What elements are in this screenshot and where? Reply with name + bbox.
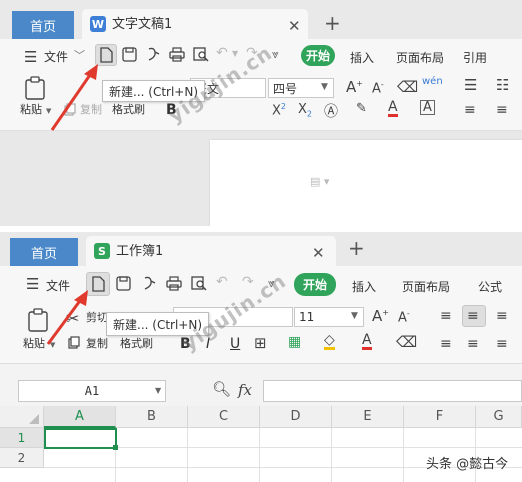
- numbered-list-icon[interactable]: ☷: [496, 76, 509, 94]
- export-pdf-icon[interactable]: [142, 276, 156, 291]
- undo-icon[interactable]: ↶: [216, 274, 228, 290]
- corner-triangle-icon: [29, 414, 39, 424]
- column-header[interactable]: G: [476, 406, 522, 428]
- close-icon[interactable]: ✕: [312, 244, 325, 262]
- decrease-font-icon[interactable]: A-: [398, 309, 410, 325]
- hamburger-icon[interactable]: ☰: [24, 48, 37, 66]
- align-center-icon[interactable]: ≡: [467, 336, 479, 352]
- sheet-format-painter-label[interactable]: 格式刷: [120, 338, 153, 349]
- writer-home-tab[interactable]: 首页: [12, 11, 74, 39]
- sheet-doc-icon: S: [94, 243, 110, 259]
- undo-icon[interactable]: ↶: [216, 45, 228, 61]
- writer-format-painter-label[interactable]: 格式刷: [112, 104, 145, 115]
- fill-color-icon[interactable]: ◇: [324, 333, 335, 350]
- writer-page[interactable]: ▤ ▾: [210, 140, 522, 226]
- align-top-icon[interactable]: ≡: [440, 308, 452, 324]
- sheet-workbook-tab[interactable]: S 工作簿1 ✕: [86, 236, 336, 266]
- paste-icon[interactable]: [24, 76, 46, 100]
- border-icon[interactable]: ⊞: [254, 334, 267, 352]
- writer-font-size-select[interactable]: 四号 ▼: [268, 78, 334, 98]
- writer-window: 首页 W 文字文稿1 ✕ + ☰ 文件 ﹀ ↶ ▼ ↷ ⩔ 开始 插入 页面布局…: [0, 0, 522, 226]
- align-right-icon[interactable]: ≡: [496, 336, 508, 352]
- subscript-icon[interactable]: X2: [298, 102, 312, 119]
- paragraph-marker-icon: ▤ ▾: [310, 175, 330, 188]
- sheet-font-size-value: 11: [299, 310, 315, 324]
- export-pdf-icon[interactable]: [146, 47, 160, 62]
- new-document-icon[interactable]: [99, 47, 113, 63]
- align-left-icon[interactable]: ≡: [440, 336, 452, 352]
- column-header[interactable]: E: [332, 406, 404, 428]
- chevron-down-icon: ▼: [155, 386, 162, 395]
- print-preview-icon[interactable]: [193, 47, 209, 62]
- underline-icon[interactable]: U: [230, 336, 240, 352]
- writer-document-tab[interactable]: W 文字文稿1 ✕: [82, 9, 308, 39]
- print-icon[interactable]: [166, 276, 182, 291]
- sheet-doc-title: 工作簿1: [116, 244, 164, 259]
- text-effect-icon[interactable]: Ⓐ: [324, 101, 338, 121]
- formula-input[interactable]: [263, 380, 522, 402]
- spreadsheet-window: 首页 S 工作簿1 ✕ + ☰ 文件 ↶ ↷ ⩔ 开始 插入 页面布局 公式 粘…: [0, 232, 522, 482]
- writer-doc-icon: W: [90, 16, 106, 32]
- writer-menu-layout[interactable]: 页面布局: [396, 49, 444, 66]
- superscript-icon[interactable]: X2: [272, 102, 286, 118]
- align-middle-icon[interactable]: ≡: [467, 308, 479, 324]
- chevron-down-icon: ▼: [351, 311, 358, 321]
- decrease-font-icon[interactable]: A-: [372, 80, 384, 96]
- row-header[interactable]: 1: [0, 428, 44, 448]
- writer-font-size-value: 四号: [273, 81, 298, 96]
- sheet-menu-formula[interactable]: 公式: [478, 278, 502, 295]
- sheet-menu-layout[interactable]: 页面布局: [402, 278, 450, 295]
- writer-doc-title: 文字文稿1: [112, 17, 173, 32]
- save-icon[interactable]: [116, 276, 131, 291]
- char-border-icon[interactable]: A: [420, 100, 435, 115]
- clear-format-icon[interactable]: ⌫: [397, 78, 418, 96]
- sheet-menu-insert[interactable]: 插入: [352, 278, 376, 295]
- select-all-corner[interactable]: [0, 406, 44, 428]
- cell-style-icon[interactable]: ▦: [288, 334, 301, 350]
- writer-menu-insert[interactable]: 插入: [350, 49, 374, 66]
- selected-cell-a1[interactable]: [44, 428, 117, 449]
- column-header[interactable]: A: [44, 406, 116, 428]
- footer-credit: 头条 @懿古今: [426, 457, 509, 472]
- increase-font-icon[interactable]: A+: [372, 307, 389, 325]
- fx-label[interactable]: fx: [238, 383, 252, 398]
- align-left-icon[interactable]: ≡: [464, 102, 476, 118]
- writer-menu-start[interactable]: 开始: [301, 45, 335, 66]
- zoom-search-icon[interactable]: 🔍︎: [212, 380, 231, 398]
- hamburger-icon[interactable]: ☰: [26, 275, 39, 293]
- increase-font-icon[interactable]: A+: [346, 78, 363, 96]
- align-bottom-icon[interactable]: ≡: [496, 308, 508, 324]
- fill-handle[interactable]: [113, 445, 118, 450]
- red-arrow: [50, 64, 98, 131]
- print-preview-icon[interactable]: [191, 276, 207, 291]
- column-header[interactable]: B: [116, 406, 188, 428]
- font-color-icon[interactable]: A: [362, 333, 372, 350]
- clear-icon[interactable]: ⌫: [396, 333, 417, 351]
- new-tab-plus-icon[interactable]: +: [348, 236, 365, 260]
- column-header[interactable]: D: [260, 406, 332, 428]
- name-box-value: A1: [84, 384, 100, 398]
- print-icon[interactable]: [169, 47, 185, 62]
- save-icon[interactable]: [122, 47, 137, 62]
- row-header[interactable]: 2: [0, 448, 44, 468]
- chevron-down-icon[interactable]: ﹀: [74, 47, 85, 63]
- writer-paste-label[interactable]: 粘贴: [20, 104, 42, 115]
- chevron-down-icon: ▼: [321, 82, 328, 92]
- red-arrow: [46, 290, 88, 345]
- column-header[interactable]: C: [188, 406, 260, 428]
- new-tab-plus-icon[interactable]: +: [324, 11, 341, 35]
- font-color-icon[interactable]: A: [388, 100, 398, 117]
- name-box[interactable]: A1 ▼: [18, 380, 166, 402]
- sheet-paste-label[interactable]: 粘贴: [23, 338, 45, 349]
- align-center-icon[interactable]: ≡: [496, 102, 508, 118]
- writer-menu-reference[interactable]: 引用: [463, 49, 487, 66]
- sheet-home-tab[interactable]: 首页: [10, 238, 78, 266]
- pinyin-guide-icon[interactable]: wén: [422, 76, 443, 87]
- highlight-icon[interactable]: ✎: [356, 101, 367, 116]
- sheet-menu-start[interactable]: 开始: [294, 273, 336, 296]
- close-icon[interactable]: ✕: [288, 17, 301, 35]
- sheet-font-size-select[interactable]: 11 ▼: [294, 307, 364, 327]
- bullet-list-icon[interactable]: ☰: [464, 76, 477, 94]
- column-header[interactable]: F: [404, 406, 476, 428]
